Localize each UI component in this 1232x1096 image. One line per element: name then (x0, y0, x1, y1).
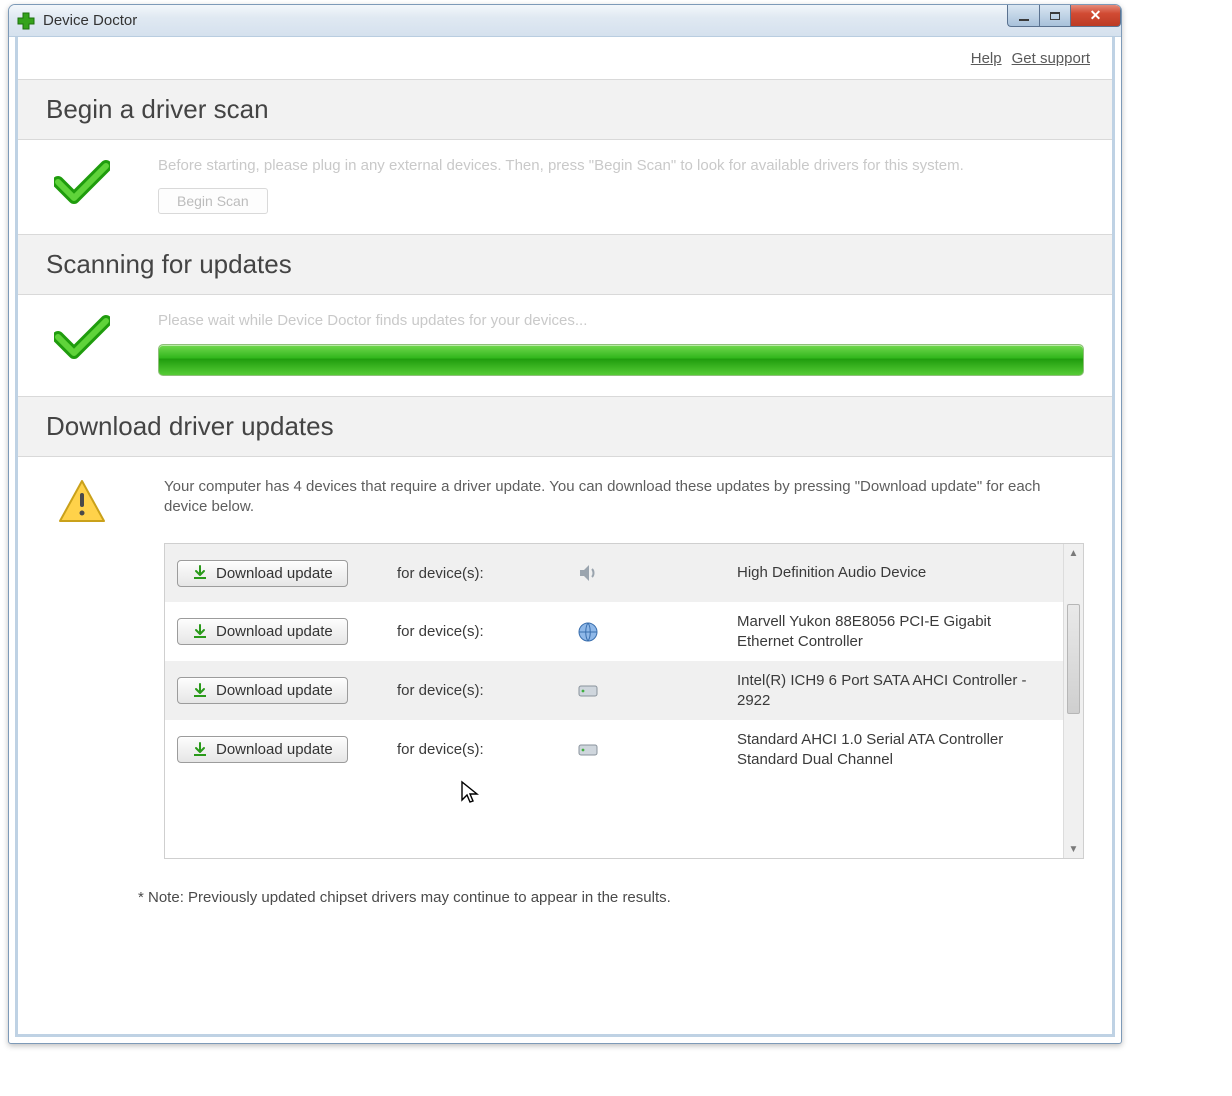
scrollbar[interactable]: ▲ ▼ (1063, 544, 1083, 858)
download-update-button[interactable]: Download update (177, 560, 348, 587)
device-type-icon (577, 680, 737, 702)
maximize-button[interactable] (1039, 5, 1071, 27)
minimize-button[interactable] (1007, 5, 1039, 27)
scroll-thumb[interactable] (1067, 604, 1080, 714)
app-plus-icon (17, 12, 35, 30)
device-name: High Definition Audio Device (737, 563, 1051, 583)
device-type-icon (577, 739, 737, 761)
download-note: * Note: Previously updated chipset drive… (18, 889, 1112, 906)
begin-scan-button[interactable]: Begin Scan (158, 188, 268, 214)
scroll-up-icon[interactable]: ▲ (1064, 544, 1083, 562)
download-heading: Download driver updates (18, 396, 1112, 457)
for-device-label: for device(s): (397, 623, 577, 640)
update-row: Download update for device(s): Intel(R) IC… (165, 661, 1063, 720)
check-icon (46, 311, 118, 359)
download-update-button[interactable]: Download update (177, 736, 348, 763)
update-list: Download update for device(s): High Defini… (164, 543, 1084, 859)
titlebar[interactable]: Device Doctor ✕ (9, 5, 1121, 37)
device-name: Standard AHCI 1.0 Serial ATA ControllerS… (737, 730, 1051, 769)
help-link[interactable]: Help (971, 50, 1002, 67)
scanning-text: Please wait while Device Doctor finds up… (158, 311, 1084, 331)
help-bar: Help Get support (18, 37, 1112, 79)
device-type-icon (577, 621, 737, 643)
client-area: Help Get support Begin a driver scan Bef… (15, 37, 1115, 1037)
download-text: Your computer has 4 devices that require… (164, 477, 1084, 518)
device-type-icon (577, 562, 737, 584)
download-update-button[interactable]: Download update (177, 618, 348, 645)
check-icon (46, 156, 118, 204)
for-device-label: for device(s): (397, 565, 577, 582)
update-row: Download update for device(s): Standard AH… (165, 720, 1063, 779)
scan-progress-bar (158, 344, 1084, 376)
device-name: Marvell Yukon 88E8056 PCI-E Gigabit Ethe… (737, 612, 1051, 651)
update-row: Download update for device(s): High Defini… (165, 544, 1063, 602)
app-window: Device Doctor ✕ Help Get support Begin a… (8, 4, 1122, 1044)
download-body: Your computer has 4 devices that require… (18, 457, 1112, 868)
support-link[interactable]: Get support (1012, 50, 1090, 67)
scroll-down-icon[interactable]: ▼ (1064, 840, 1083, 858)
begin-scan-heading: Begin a driver scan (18, 79, 1112, 140)
for-device-label: for device(s): (397, 741, 577, 758)
scanning-heading: Scanning for updates (18, 234, 1112, 295)
device-name: Intel(R) ICH9 6 Port SATA AHCI Controlle… (737, 671, 1051, 710)
window-buttons: ✕ (1007, 5, 1121, 27)
begin-scan-body: Before starting, please plug in any exte… (18, 140, 1112, 234)
warning-icon (46, 477, 118, 523)
window-title: Device Doctor (43, 12, 137, 29)
download-update-button[interactable]: Download update (177, 677, 348, 704)
for-device-label: for device(s): (397, 682, 577, 699)
update-row: Download update for device(s): Marvell Yuk… (165, 602, 1063, 661)
close-button[interactable]: ✕ (1071, 5, 1121, 27)
scanning-body: Please wait while Device Doctor finds up… (18, 295, 1112, 395)
begin-scan-text: Before starting, please plug in any exte… (158, 156, 1084, 176)
